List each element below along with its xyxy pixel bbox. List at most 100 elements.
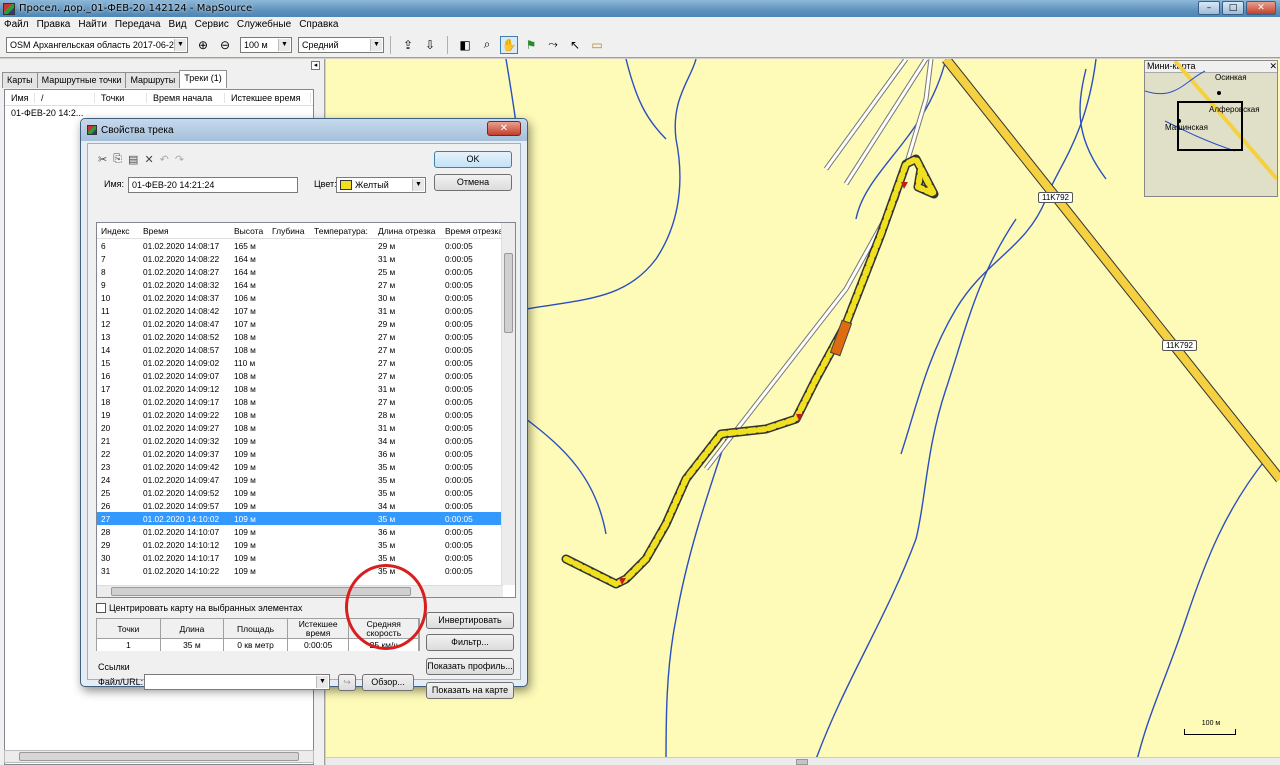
show-profile-button[interactable]: Показать профиль... bbox=[426, 658, 514, 675]
zoom-tool-icon[interactable]: ⌕ bbox=[478, 36, 496, 54]
collapse-panel-icon[interactable]: ◂ bbox=[311, 61, 320, 70]
col-leg-length[interactable]: Длина отрезка bbox=[374, 226, 441, 236]
undo-icon[interactable]: ↶ bbox=[160, 153, 169, 166]
tab-routes[interactable]: Маршруты bbox=[125, 72, 181, 88]
menu-find[interactable]: Найти bbox=[78, 19, 107, 30]
tab-maps[interactable]: Карты bbox=[2, 72, 38, 88]
menu-edit[interactable]: Правка bbox=[37, 19, 71, 30]
minimize-icon[interactable]: – bbox=[1198, 1, 1220, 15]
col-elapsed[interactable]: Истекшее время bbox=[225, 92, 311, 103]
table-row[interactable]: 16 01.02.2020 14:09:07 108 м 27 м 0:00:05 bbox=[97, 369, 515, 382]
col-index[interactable]: Индекс bbox=[97, 226, 139, 236]
detail-level-select[interactable]: Средний ▼ bbox=[298, 36, 384, 53]
table-row[interactable]: 8 01.02.2020 14:08:27 164 м 25 м 0:00:05 bbox=[97, 265, 515, 278]
col-start-time[interactable]: Время начала bbox=[147, 92, 225, 103]
table-row[interactable]: 26 01.02.2020 14:09:57 109 м 34 м 0:00:05 bbox=[97, 499, 515, 512]
tab-tracks[interactable]: Треки (1) bbox=[179, 70, 227, 88]
cell-time: 01.02.2020 14:08:57 bbox=[143, 344, 220, 355]
name-field[interactable]: 01-ФЕВ-20 14:21:24 bbox=[128, 177, 298, 193]
table-row[interactable]: 10 01.02.2020 14:08:37 106 м 30 м 0:00:05 bbox=[97, 291, 515, 304]
ok-button[interactable]: OK bbox=[434, 151, 512, 168]
table-row[interactable]: 22 01.02.2020 14:09:37 109 м 36 м 0:00:05 bbox=[97, 447, 515, 460]
table-row[interactable]: 21 01.02.2020 14:09:32 109 м 34 м 0:00:05 bbox=[97, 434, 515, 447]
col-time[interactable]: Время bbox=[139, 226, 230, 236]
col-altitude[interactable]: Высота bbox=[230, 226, 268, 236]
menu-help[interactable]: Справка bbox=[299, 19, 338, 30]
col-depth[interactable]: Глубина bbox=[268, 226, 310, 236]
open-link-button[interactable]: ↪ bbox=[338, 674, 356, 691]
zoom-out-icon[interactable]: ⊖ bbox=[216, 36, 234, 54]
table-row[interactable]: 27 01.02.2020 14:10:02 109 м 35 м 0:00:05 bbox=[97, 512, 515, 525]
send-to-device-icon[interactable]: ⇪ bbox=[399, 36, 417, 54]
cell-index: 10 bbox=[101, 292, 111, 303]
table-row[interactable]: 30 01.02.2020 14:10:17 109 м 35 м 0:00:05 bbox=[97, 551, 515, 564]
table-row[interactable]: 31 01.02.2020 14:10:22 109 м 35 м 0:00:05 bbox=[97, 564, 515, 577]
close-icon[interactable]: ✕ bbox=[487, 121, 521, 136]
col-points[interactable]: Точки bbox=[95, 92, 147, 103]
show-on-map-button[interactable]: Показать на карте bbox=[426, 682, 514, 699]
route-tool-icon[interactable]: ⤳ bbox=[544, 36, 562, 54]
table-row[interactable]: 25 01.02.2020 14:09:52 109 м 35 м 0:00:05 bbox=[97, 486, 515, 499]
track-line[interactable] bbox=[561, 154, 939, 589]
table-row[interactable]: 14 01.02.2020 14:08:57 108 м 27 м 0:00:05 bbox=[97, 343, 515, 356]
filter-button[interactable]: Фильтр... bbox=[426, 634, 514, 651]
scroll-thumb[interactable] bbox=[796, 759, 808, 765]
cut-icon[interactable]: ✂ bbox=[98, 153, 107, 166]
close-icon[interactable]: ✕ bbox=[1246, 1, 1276, 15]
table-row[interactable]: 20 01.02.2020 14:09:27 108 м 31 м 0:00:05 bbox=[97, 421, 515, 434]
invert-button[interactable]: Инвертировать bbox=[426, 612, 514, 629]
scroll-thumb[interactable] bbox=[111, 587, 411, 596]
paste-icon[interactable]: ▤ bbox=[128, 153, 138, 166]
table-row[interactable]: 13 01.02.2020 14:08:52 108 м 27 м 0:00:05 bbox=[97, 330, 515, 343]
table-row[interactable]: 18 01.02.2020 14:09:17 108 м 27 м 0:00:05 bbox=[97, 395, 515, 408]
maximize-icon[interactable]: □ bbox=[1222, 1, 1244, 15]
scroll-thumb[interactable] bbox=[19, 752, 299, 761]
selection-tool-icon[interactable]: ↖ bbox=[566, 36, 584, 54]
map-tool-icon[interactable]: ◧ bbox=[456, 36, 474, 54]
table-row[interactable]: 24 01.02.2020 14:09:47 109 м 35 м 0:00:05 bbox=[97, 473, 515, 486]
table-row[interactable]: 28 01.02.2020 14:10:07 109 м 36 м 0:00:05 bbox=[97, 525, 515, 538]
file-url-field[interactable]: ▼ bbox=[144, 674, 330, 690]
zoom-level-select[interactable]: 100 м ▼ bbox=[240, 36, 292, 53]
receive-from-device-icon[interactable]: ⇩ bbox=[421, 36, 439, 54]
map-hscrollbar[interactable] bbox=[326, 757, 1280, 765]
mini-map[interactable]: Мини-карта ✕ Алферовская Машинская Осинк… bbox=[1144, 60, 1278, 197]
table-row[interactable]: 17 01.02.2020 14:09:12 108 м 31 м 0:00:05 bbox=[97, 382, 515, 395]
table-row[interactable]: 15 01.02.2020 14:09:02 110 м 27 м 0:00:05 bbox=[97, 356, 515, 369]
zoom-in-icon[interactable]: ⊕ bbox=[194, 36, 212, 54]
cell-leg-length: 36 м bbox=[378, 448, 396, 459]
scroll-thumb[interactable] bbox=[504, 253, 513, 333]
table-row[interactable]: 6 01.02.2020 14:08:17 165 м 29 м 0:00:05 bbox=[97, 239, 515, 252]
hand-tool-icon[interactable]: ✋ bbox=[500, 35, 518, 54]
cell-time: 01.02.2020 14:08:37 bbox=[143, 292, 220, 303]
table-row[interactable]: 19 01.02.2020 14:09:22 108 м 28 м 0:00:05 bbox=[97, 408, 515, 421]
left-panel-hscrollbar[interactable] bbox=[4, 750, 314, 763]
copy-icon[interactable]: ⎘ bbox=[113, 153, 122, 166]
map-product-select[interactable]: OSM Архангельская область 2017-06-21 ▼ bbox=[6, 36, 188, 53]
menu-transfer[interactable]: Передача bbox=[115, 19, 161, 30]
cancel-button[interactable]: Отмена bbox=[434, 174, 512, 191]
table-vscrollbar[interactable] bbox=[501, 223, 515, 585]
table-row[interactable]: 11 01.02.2020 14:08:42 107 м 31 м 0:00:05 bbox=[97, 304, 515, 317]
color-select[interactable]: Желтый ▼ bbox=[336, 177, 426, 193]
table-row[interactable]: 12 01.02.2020 14:08:47 107 м 29 м 0:00:05 bbox=[97, 317, 515, 330]
col-temperature[interactable]: Температура: bbox=[310, 226, 374, 236]
center-map-checkbox[interactable] bbox=[96, 603, 106, 613]
waypoint-tool-icon[interactable]: ⚑ bbox=[522, 36, 540, 54]
browse-button[interactable]: Обзор... bbox=[362, 674, 414, 691]
table-row[interactable]: 23 01.02.2020 14:09:42 109 м 35 м 0:00:05 bbox=[97, 460, 515, 473]
col-name[interactable]: Имя bbox=[5, 92, 35, 103]
table-row[interactable]: 9 01.02.2020 14:08:32 164 м 27 м 0:00:05 bbox=[97, 278, 515, 291]
measure-tool-icon[interactable]: ▭ bbox=[588, 36, 606, 54]
redo-icon[interactable]: ↷ bbox=[175, 153, 184, 166]
menu-file[interactable]: Файл bbox=[4, 19, 29, 30]
cell-leg-length: 30 м bbox=[378, 292, 396, 303]
tab-waypoints[interactable]: Маршрутные точки bbox=[36, 72, 127, 88]
menu-utilities[interactable]: Служебные bbox=[237, 19, 291, 30]
table-hscrollbar[interactable] bbox=[97, 585, 503, 597]
delete-icon[interactable]: ✕ bbox=[144, 153, 153, 166]
table-row[interactable]: 29 01.02.2020 14:10:12 109 м 35 м 0:00:05 bbox=[97, 538, 515, 551]
menu-tools[interactable]: Сервис bbox=[195, 19, 229, 30]
table-row[interactable]: 7 01.02.2020 14:08:22 164 м 31 м 0:00:05 bbox=[97, 252, 515, 265]
menu-view[interactable]: Вид bbox=[169, 19, 187, 30]
